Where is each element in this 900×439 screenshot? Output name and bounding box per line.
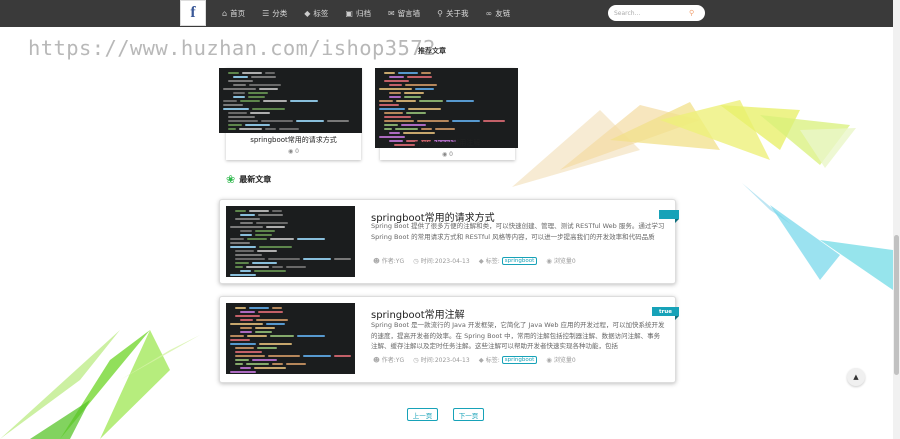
- recommended-card-title: springboot常用的请求方式: [250, 136, 337, 144]
- search-box: ⚲: [608, 5, 705, 21]
- post-views: ◉ 浏览量0: [546, 355, 576, 365]
- nav-item-message-wall[interactable]: ✉ 留言墙: [388, 8, 420, 19]
- nav-item-label: 标签: [313, 9, 329, 18]
- tag-badge[interactable]: springboot: [501, 355, 538, 364]
- recommended-card-views: ◉ 0: [442, 151, 453, 158]
- clock-icon: ◷: [413, 355, 419, 364]
- eye-icon: ◉: [442, 151, 448, 158]
- post-time: ◷ 时间:2023-04-13: [413, 256, 470, 266]
- list-icon: ☰: [262, 9, 270, 18]
- link-icon: ∞: [485, 9, 493, 18]
- search-input[interactable]: [614, 9, 689, 17]
- post-tags: ◆ 标签: springboot: [479, 355, 538, 364]
- nav-item-links[interactable]: ∞ 友链: [486, 8, 511, 19]
- article-thumbnail[interactable]: [226, 206, 355, 277]
- post-card[interactable]: true springboot常用注解 Spring Boot 是一款流行的 J…: [219, 296, 679, 383]
- chat-icon: ✉: [387, 9, 395, 18]
- post-card[interactable]: springboot常用的请求方式 Spring Boot 提供了很多方便的注解…: [219, 199, 679, 284]
- archive-icon: ▣: [345, 9, 353, 18]
- user-icon: ☻: [373, 256, 380, 265]
- nav-item-label: 留言墙: [397, 9, 421, 18]
- user-icon: ☻: [373, 355, 380, 364]
- nav-item-label: 首页: [230, 9, 246, 18]
- nav-item-archive[interactable]: ▣ 归档: [345, 8, 371, 19]
- latest-title: ❀ 最新文章: [226, 173, 272, 186]
- post-time: ◷ 时间:2023-04-13: [413, 355, 470, 365]
- nav-item-about[interactable]: ⚲ 关于我: [437, 8, 468, 19]
- back-to-top-button[interactable]: ▲: [847, 368, 865, 386]
- recommended-card[interactable]: springboot常用注解 ◉ 0: [375, 68, 518, 160]
- eye-icon: ◉: [546, 256, 552, 265]
- home-icon: ⌂: [222, 9, 228, 18]
- nav-item-label: 友链: [495, 9, 511, 18]
- nav-item-home[interactable]: ⌂ 首页: [222, 8, 245, 19]
- post-ribbon: true: [652, 307, 679, 320]
- post-tags: ◆ 标签: springboot: [479, 256, 538, 265]
- post-meta: ☻ 作者:YG ◷ 时间:2023-04-13 ◆ 标签: springboot ◉ 浏览…: [373, 355, 585, 364]
- tag-icon: ◆: [304, 9, 311, 18]
- post-author: ☻ 作者:YG: [373, 256, 405, 266]
- post-meta: ☻ 作者:YG ◷ 时间:2023-04-13 ◆ 标签: springboot ◉ 浏览…: [373, 256, 585, 265]
- article-thumbnail[interactable]: [226, 303, 355, 374]
- eye-icon: ◉: [546, 355, 552, 364]
- search-icon[interactable]: ⚲: [689, 9, 694, 17]
- site-logo[interactable]: f: [180, 0, 206, 26]
- next-page-button[interactable]: 下一页: [453, 408, 484, 421]
- post-title[interactable]: springboot常用注解: [371, 306, 465, 321]
- scrollbar[interactable]: [893, 0, 900, 439]
- recommended-card-views: ◉ 0: [288, 148, 299, 155]
- scrollbar-thumb[interactable]: [894, 235, 899, 375]
- info-icon: ⚲: [437, 9, 444, 18]
- eye-icon: ◉: [288, 148, 294, 155]
- post-ribbon: [659, 210, 679, 223]
- post-author: ☻ 作者:YG: [373, 355, 405, 365]
- clock-icon: ◷: [413, 256, 419, 265]
- recommended-card-title: springboot常用注解: [414, 139, 481, 147]
- post-description: Spring Boot 提供了很多方便的注解和类，可以快速创建、管理、测试 RE…: [371, 222, 665, 241]
- nav-item-tags[interactable]: ◆ 标签: [304, 8, 328, 19]
- post-description: Spring Boot 是一款流行的 Java 开发框架，它简化了 Java W…: [371, 321, 665, 350]
- chevron-up-icon: ▲: [853, 373, 859, 381]
- nav-menu: ⌂ 首页 ☰ 分类 ◆ 标签 ▣ 归档 ✉ 留言墙 ⚲ 关于我 ∞ 友链: [222, 0, 527, 27]
- tag-icon: ◆: [478, 355, 484, 364]
- top-navbar: f ⌂首页 ☰分类 ◆标签 ▣归档 ✉留言墙 ⚲关于我 ∞友链 ⚲: [0, 0, 893, 27]
- tag-badge[interactable]: springboot: [501, 256, 538, 265]
- nav-item-label: 归档: [355, 9, 371, 18]
- tag-icon: ◆: [478, 256, 484, 265]
- nav-item-label: 分类: [272, 9, 288, 18]
- prev-page-button[interactable]: 上一页: [407, 408, 438, 421]
- watermark: https://www.huzhan.com/ishop3572: [28, 36, 436, 60]
- leaf-icon: ❀: [226, 173, 236, 186]
- article-thumbnail: [219, 68, 362, 133]
- post-views: ◉ 浏览量0: [546, 256, 576, 266]
- nav-item-label: 关于我: [446, 9, 469, 18]
- recommended-card[interactable]: springboot常用的请求方式 ◉ 0: [219, 68, 362, 160]
- nav-item-category[interactable]: ☰ 分类: [262, 8, 287, 19]
